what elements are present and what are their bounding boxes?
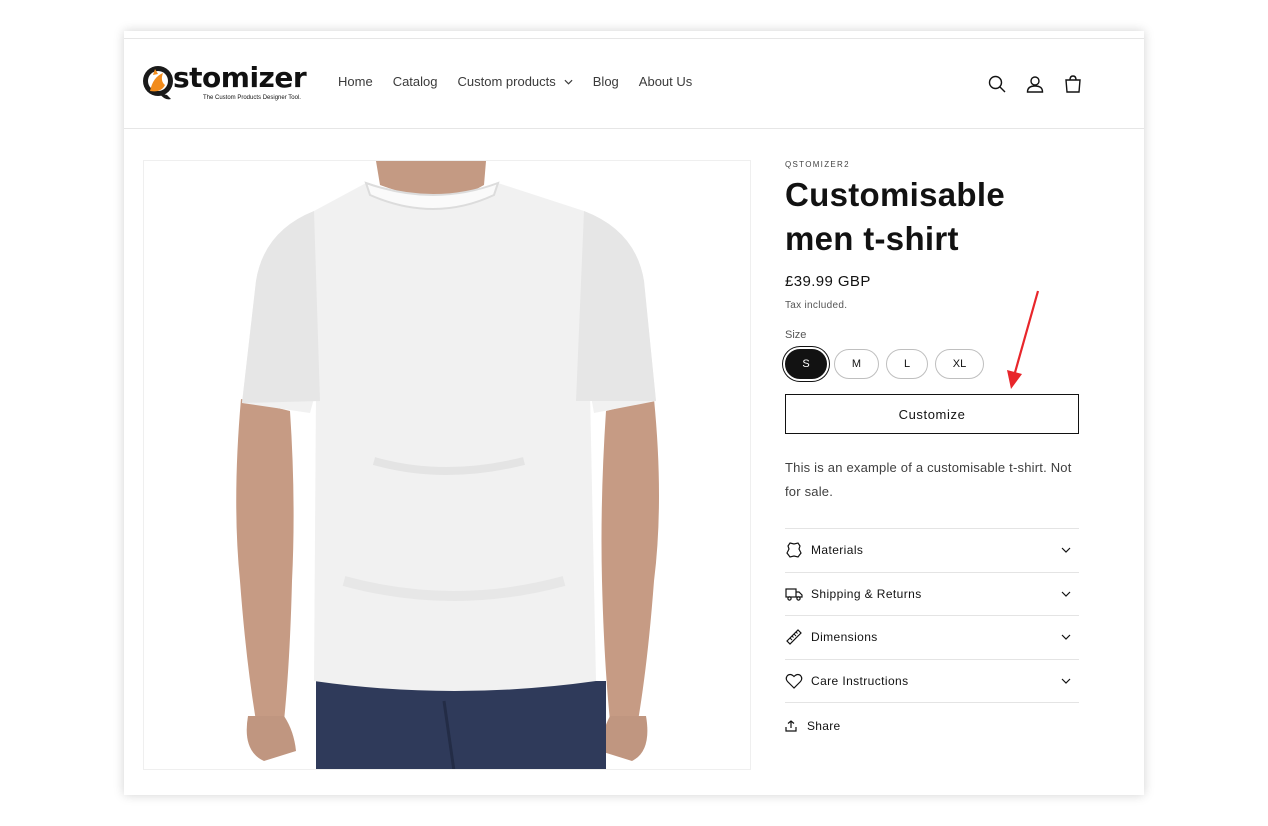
accordion-materials[interactable]: Materials — [785, 529, 1079, 573]
account-icon[interactable] — [1024, 73, 1046, 95]
nav-home[interactable]: Home — [338, 74, 373, 89]
size-option-xl[interactable]: XL — [935, 349, 984, 379]
leather-icon — [785, 541, 803, 559]
chevron-down-icon — [1061, 547, 1071, 554]
site-header: stomizer The Custom Products Designer To… — [124, 39, 1144, 129]
share-button[interactable]: Share — [785, 719, 1079, 733]
header-icons — [986, 73, 1084, 95]
accordion-shipping-returns[interactable]: Shipping & Returns — [785, 573, 1079, 616]
share-label: Share — [807, 719, 841, 733]
storefront-window: stomizer The Custom Products Designer To… — [124, 31, 1144, 795]
size-option-l[interactable]: L — [886, 349, 928, 379]
logo-tagline: The Custom Products Designer Tool. — [203, 95, 301, 101]
customize-button[interactable]: Customize — [785, 394, 1079, 434]
heart-icon — [785, 672, 803, 690]
accordion-care-instructions[interactable]: Care Instructions — [785, 660, 1079, 703]
chevron-down-icon — [1061, 634, 1071, 641]
share-icon — [785, 720, 797, 732]
accordion-dimensions-label: Dimensions — [811, 630, 878, 645]
product-title: Customisable men t-shirt — [785, 176, 1005, 257]
size-label: Size — [785, 329, 807, 341]
product-info: QSTOMIZER2 Customisable men t-shirt £39.… — [785, 160, 1079, 733]
tshirt-model-image — [236, 161, 659, 769]
product-price: £39.99 GBP — [785, 273, 871, 290]
nav-custom-products-label: Custom products — [457, 74, 556, 89]
size-option-s[interactable]: S — [785, 349, 827, 379]
ruler-icon — [785, 628, 803, 646]
nav-custom-products[interactable]: Custom products — [458, 74, 573, 89]
size-selector: S M L XL — [785, 349, 1079, 379]
chevron-down-icon — [564, 79, 573, 85]
size-option-m[interactable]: M — [834, 349, 879, 379]
cart-icon[interactable] — [1062, 73, 1084, 95]
main-nav: Home Catalog Custom products Blog About … — [338, 74, 712, 89]
logo-wordmark: stomizer — [173, 61, 307, 94]
fox-logo-icon — [143, 66, 173, 100]
nav-blog-label: Blog — [592, 74, 619, 89]
product-image[interactable] — [143, 160, 751, 770]
accordion-dimensions[interactable]: Dimensions — [785, 616, 1079, 660]
nav-home-label: Home — [338, 74, 373, 89]
accordion-shipping-returns-label: Shipping & Returns — [811, 586, 922, 601]
chevron-down-icon — [1061, 678, 1071, 684]
truck-icon — [785, 585, 803, 603]
product-description: This is an example of a customisable t-s… — [785, 460, 1072, 499]
nav-blog[interactable]: Blog — [593, 74, 619, 89]
product-accordion: Materials Shipping & Returns Dimensions — [785, 528, 1079, 703]
accordion-materials-label: Materials — [811, 543, 864, 558]
nav-catalog[interactable]: Catalog — [393, 74, 438, 89]
product-vendor: QSTOMIZER2 — [785, 160, 850, 169]
nav-about-us-label: About Us — [638, 74, 693, 89]
nav-catalog-label: Catalog — [392, 74, 438, 89]
brand-logo[interactable]: stomizer The Custom Products Designer To… — [141, 61, 311, 111]
tax-note: Tax included. — [785, 300, 848, 311]
nav-about-us[interactable]: About Us — [639, 74, 692, 89]
accordion-care-instructions-label: Care Instructions — [811, 673, 909, 688]
search-icon[interactable] — [986, 73, 1008, 95]
chevron-down-icon — [1061, 591, 1071, 597]
